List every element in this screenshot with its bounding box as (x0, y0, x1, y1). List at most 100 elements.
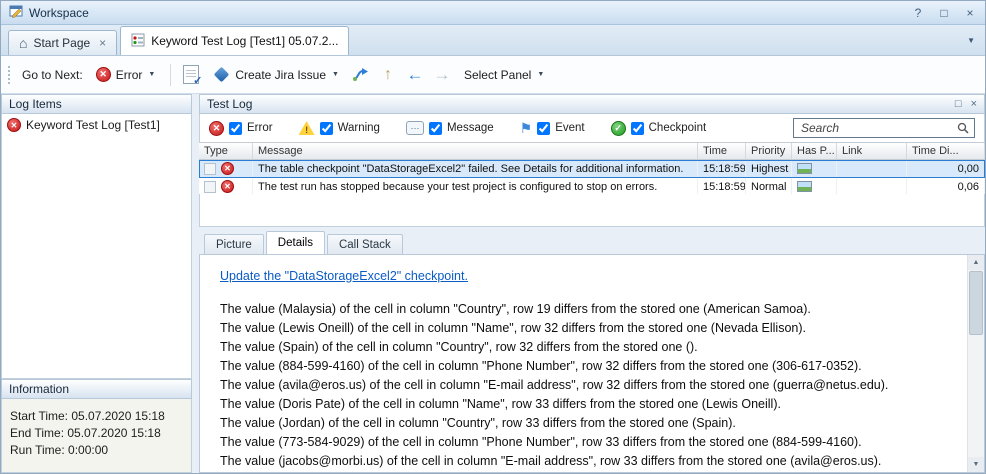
left-column: Log Items ✕ Keyword Test Log [Test1] Inf… (1, 94, 192, 473)
event-filter-checkbox[interactable] (537, 122, 550, 135)
workspace-window: Workspace ? □ × ⌂ Start Page × Keyword T… (0, 0, 986, 474)
close-tab-icon[interactable]: × (99, 36, 106, 50)
error-icon: ✕ (221, 180, 234, 193)
detail-line: The value (avila@eros.us) of the cell in… (220, 376, 944, 395)
search-input[interactable] (799, 120, 953, 136)
select-panel-button[interactable]: Select Panel ▼ (458, 64, 550, 86)
maximize-button[interactable]: □ (937, 6, 951, 20)
information-title: Information (9, 382, 69, 396)
tab-start-page[interactable]: ⌂ Start Page × (8, 30, 117, 55)
column-header-link[interactable]: Link (837, 143, 907, 159)
back-arrow-icon: ← (406, 66, 423, 83)
error-icon: ✕ (96, 67, 111, 82)
row-priority: Highest (746, 160, 792, 177)
message-icon: ⋯ (406, 121, 424, 135)
warning-filter-checkbox[interactable] (320, 122, 333, 135)
start-time-text: Start Time: 05.07.2020 15:18 (10, 408, 183, 425)
log-items-title: Log Items (9, 97, 62, 111)
details-content: Update the "DataStorageExcel2" checkpoin… (199, 254, 985, 473)
filter-bar: ✕ Error ! Warning ⋯ Message ⚑ Event ✓ (199, 114, 985, 142)
create-jira-issue-button[interactable]: Create Jira Issue ▼ (207, 64, 345, 86)
document-tabstrip: ⌂ Start Page × Keyword Test Log [Test1] … (1, 25, 985, 56)
column-header-message[interactable]: Message (253, 143, 698, 159)
log-items-tree: ✕ Keyword Test Log [Test1] (1, 114, 192, 379)
column-header-time-diff[interactable]: Time Di... (907, 143, 985, 159)
detail-line: The value (884-599-4160) of the cell in … (220, 357, 944, 376)
test-log-icon (131, 33, 145, 50)
end-time-text: End Time: 05.07.2020 15:18 (10, 425, 183, 442)
panel-maximize-icon[interactable]: □ (955, 98, 962, 110)
column-header-type[interactable]: Type (199, 143, 253, 159)
update-checkpoint-link[interactable]: Update the "DataStorageExcel2" checkpoin… (220, 267, 468, 286)
goto-next-error-label: Error (116, 68, 143, 82)
help-button[interactable]: ? (911, 6, 925, 20)
chevron-down-icon: ▼ (332, 71, 339, 78)
row-link (837, 160, 907, 177)
filter-error: ✕ Error (209, 121, 273, 136)
post-defect-button[interactable]: ✓ (180, 64, 202, 86)
close-button[interactable]: × (963, 6, 977, 20)
log-items-header: Log Items (1, 94, 192, 114)
chevron-down-icon: ▼ (537, 71, 544, 78)
detail-line: The value (jacobs@morbi.us) of the cell … (220, 452, 944, 471)
jira-diamond-icon (214, 67, 230, 83)
error-icon: ✕ (7, 118, 21, 132)
tab-details[interactable]: Details (266, 231, 325, 254)
picture-icon (797, 163, 812, 174)
document-check-icon: ✓ (183, 65, 199, 84)
detail-line: The value (773-584-9029) of the cell in … (220, 433, 944, 452)
run-time-text: Run Time: 0:00:00 (10, 442, 183, 459)
error-icon: ✕ (209, 121, 224, 136)
row-message: The table checkpoint "DataStorageExcel2"… (253, 160, 698, 177)
tree-item-keyword-test-log[interactable]: ✕ Keyword Test Log [Test1] (7, 118, 186, 132)
tab-keyword-test-log[interactable]: Keyword Test Log [Test1] 05.07.2... (120, 26, 349, 55)
event-flag-icon: ⚑ (520, 122, 533, 134)
up-one-level-button[interactable]: ↑ (377, 64, 399, 86)
information-header: Information (1, 379, 192, 399)
scrollbar-thumb[interactable] (969, 271, 983, 335)
window-controls: ? □ × (911, 6, 977, 20)
tab-list-dropdown-icon[interactable]: ▼ (967, 36, 975, 45)
tab-call-stack[interactable]: Call Stack (327, 234, 403, 254)
back-button[interactable]: ← (404, 64, 426, 86)
select-panel-label: Select Panel (464, 68, 531, 82)
details-scrollbar[interactable]: ▲ ▼ (967, 255, 984, 472)
window-title: Workspace (29, 6, 89, 20)
row-message: The test run has stopped because your te… (253, 178, 698, 195)
toolbar-separator (170, 64, 171, 86)
row-select-box[interactable] (204, 163, 216, 175)
forward-button[interactable]: → (431, 64, 453, 86)
scroll-up-icon[interactable]: ▲ (968, 255, 984, 270)
log-table-empty-area (199, 194, 985, 227)
message-filter-checkbox[interactable] (429, 122, 442, 135)
filter-message: ⋯ Message (406, 121, 494, 135)
row-time-diff: 0,06 (907, 178, 985, 195)
filter-checkpoint: ✓ Checkpoint (611, 121, 707, 136)
warning-icon: ! (299, 121, 315, 135)
test-log-title: Test Log (207, 97, 252, 111)
detail-line: The value (Lewis Oneill) of the cell in … (220, 319, 944, 338)
jump-to-test-button[interactable] (350, 64, 372, 86)
toolbar-grip[interactable] (7, 65, 11, 85)
filter-event: ⚑ Event (520, 122, 585, 135)
tree-item-label: Keyword Test Log [Test1] (26, 118, 160, 132)
column-header-priority[interactable]: Priority (746, 143, 792, 159)
goto-next-error-button[interactable]: ✕ Error ▼ (90, 63, 162, 86)
log-table-body: ✕ The table checkpoint "DataStorageExcel… (199, 160, 985, 196)
detail-line: The value (Spain) of the cell in column … (220, 338, 944, 357)
panel-close-icon[interactable]: × (971, 98, 977, 110)
table-row[interactable]: ✕ The table checkpoint "DataStorageExcel… (199, 160, 985, 178)
detail-line: The value (…) of the cell in column "…" … (220, 471, 944, 473)
checkpoint-filter-checkbox[interactable] (631, 122, 644, 135)
test-log-header-buttons: □ × (955, 98, 977, 110)
goto-next-label: Go to Next: (22, 68, 83, 82)
log-table-header: Type Message Time Priority Has P... Link… (199, 142, 985, 160)
row-select-box[interactable] (204, 181, 216, 193)
message-filter-label: Message (447, 122, 494, 134)
event-filter-label: Event (555, 122, 584, 134)
column-header-time[interactable]: Time (698, 143, 746, 159)
error-filter-checkbox[interactable] (229, 122, 242, 135)
column-header-has-picture[interactable]: Has P... (792, 143, 837, 159)
tab-picture[interactable]: Picture (204, 234, 264, 254)
scroll-down-icon[interactable]: ▼ (968, 457, 984, 472)
